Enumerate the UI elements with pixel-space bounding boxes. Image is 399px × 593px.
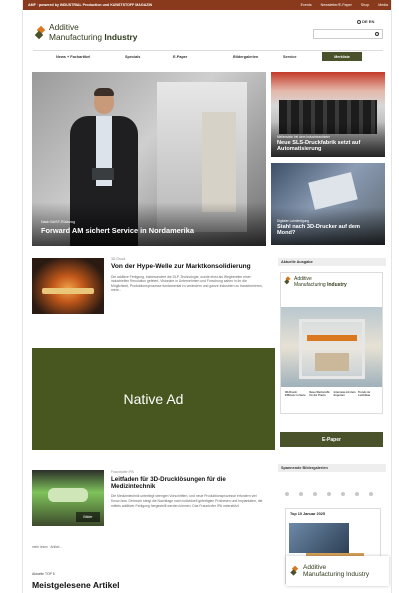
3d-part [92, 168, 114, 180]
top-link-shop[interactable]: Shop [361, 3, 369, 7]
article-2-kicker: Fraunhofer IPA [111, 470, 134, 474]
side-teaser-2-kicker: Digitaler Lohnfertigung [277, 219, 310, 223]
side-teaser-1[interactable]: Meilenstein bei dem Industrieanbieter Ne… [271, 72, 385, 157]
gallery-dot-4[interactable] [327, 492, 331, 496]
header-divider [33, 50, 383, 51]
top-bar: AMF · powered by INDUSTRIAL Production u… [23, 0, 391, 10]
gallery-dot-6[interactable] [355, 492, 359, 496]
article-2-image[interactable]: Bilder [32, 470, 104, 526]
hero-kicker: Nach BASF-Rückzug [41, 220, 75, 224]
nav-specials[interactable]: Specials [125, 55, 140, 59]
gallery-heading: Spannende Bildergalerien [278, 464, 386, 472]
cover-logo-icon [284, 276, 291, 285]
side-teaser-2[interactable]: Digitaler Lohnfertigung Stahl nach 3D-Dr… [271, 163, 385, 245]
side-teaser-1-title[interactable]: Neue SLS-Druckfabrik setzt auf Automatis… [277, 140, 385, 152]
gallery-image [289, 523, 349, 553]
hero-image[interactable]: Nach BASF-Rückzug Forward AM sichert Ser… [32, 72, 266, 246]
native-ad[interactable]: Native Ad [32, 348, 275, 450]
search-icon[interactable] [375, 32, 379, 36]
article-1: 3D-Druck Von der Hype-Welle zur Marktkon… [111, 257, 263, 293]
most-read-kicker: Aktuelle TOP 5 [32, 572, 55, 576]
side-teaser-1-kicker: Meilenstein bei dem Industrieanbieter [277, 135, 330, 139]
current-issue-heading: Aktuelle Ausgabe [278, 258, 386, 266]
logo-line2b: Industry [104, 31, 138, 42]
magazine-cover[interactable]: Additive Manufacturing Industry 3D-Druck… [280, 272, 383, 414]
article-1-image[interactable] [32, 258, 104, 314]
nav-epaper[interactable]: E-Paper [173, 55, 187, 59]
cover-logo: Additive Manufacturing Industry [284, 276, 347, 289]
logo-mark-icon [34, 25, 46, 39]
nav-service[interactable]: Service [283, 55, 297, 59]
epaper-button[interactable]: E-Paper [280, 432, 383, 447]
cover-caption-1: 3D-Druck: Effizienz in Serie [285, 391, 306, 397]
most-read-title: Meistgelesene Artikel [32, 580, 120, 590]
side-teaser-2-title[interactable]: Stahl nach 3D-Drucker auf dem Mond? [277, 224, 375, 236]
hero-title[interactable]: Forward AM sichert Service in Nordamerik… [41, 226, 194, 235]
logo-line2a: Manufacturing [49, 31, 105, 42]
article-2-teaser: Die Medizintechnik unterliegt strengen V… [111, 494, 263, 508]
top-link-newsletter[interactable]: Newsletter/E-Paper [321, 3, 352, 7]
gallery-caption: Top 10 Januar 2025 [290, 512, 325, 516]
top-link-events[interactable]: Events [301, 3, 312, 7]
gallery-dot-3[interactable] [313, 492, 317, 496]
sticky-brand-card[interactable]: Additive Manufacturing Industry [286, 556, 389, 586]
gallery-dot-5[interactable] [341, 492, 345, 496]
site-frame: AMF · powered by INDUSTRIAL Production u… [22, 0, 392, 593]
cover-caption-2: Neue Werkstoffe für die Praxis [309, 391, 330, 397]
cover-caption-3: Interview mit dem Experten [333, 391, 356, 397]
gallery-dot-7[interactable] [369, 492, 373, 496]
top-link-media[interactable]: Media [378, 3, 388, 7]
search-box[interactable] [313, 29, 383, 39]
article-1-title[interactable]: Von der Hype-Welle zur Marktkonsolidieru… [111, 263, 263, 271]
article-1-teaser: Die additive Fertigung, insbesondere die… [111, 274, 263, 293]
gallery-badge[interactable]: Bilder [76, 512, 100, 522]
nav-gallery[interactable]: Bildergalerien [233, 55, 258, 59]
gallery-dot-1[interactable] [285, 492, 289, 496]
article-2-more[interactable]: mehr lesen · Artikel... [32, 545, 62, 549]
article-2: Fraunhofer IPA Leitfaden für 3D-Drucklös… [111, 470, 263, 508]
nav-cta-button[interactable]: Merkliste [322, 52, 362, 61]
language-switch[interactable]: DE EN [357, 19, 374, 24]
cover-caption-4: Trends im Leichtbau [357, 391, 371, 397]
page: AMF · powered by INDUSTRIAL Production u… [0, 0, 399, 593]
nav-news[interactable]: News + Fachartikel [56, 55, 90, 59]
article-1-kicker: 3D-Druck [111, 257, 126, 261]
globe-icon [357, 19, 361, 24]
sticky-logo: Additive Manufacturing Industry [290, 564, 369, 579]
article-2-title[interactable]: Leitfaden für 3D-Drucklösungen für die M… [111, 476, 263, 490]
sticky-logo-icon [290, 565, 299, 576]
site-logo[interactable]: Additive Manufacturing Industry [34, 22, 138, 42]
top-bar-tagline: AMF · powered by INDUSTRIAL Production u… [28, 3, 153, 7]
gallery-dot-2[interactable] [299, 492, 303, 496]
native-ad-label: Native Ad [123, 391, 184, 407]
